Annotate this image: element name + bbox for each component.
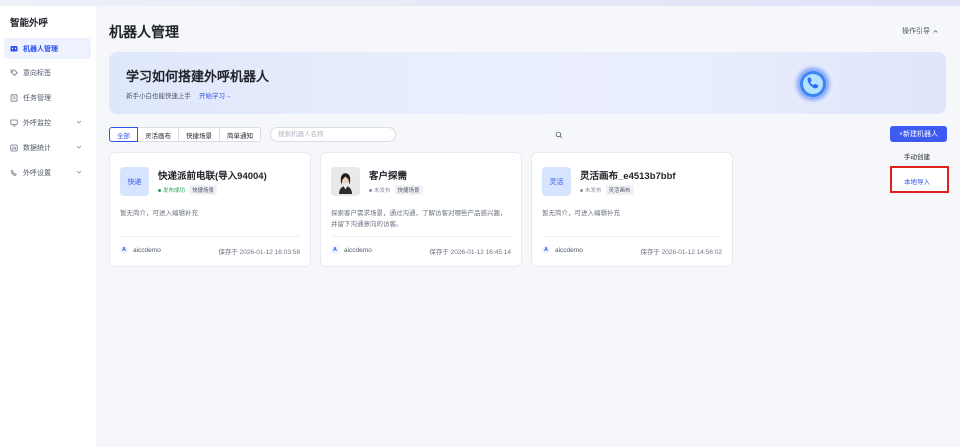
owner-name: aiccdemo	[555, 246, 583, 254]
card-divider	[331, 236, 511, 237]
robot-description: 探索客户需求场景，通过沟通，了解访客对哪些产品感兴趣，并留下沟通意向的访客。	[331, 210, 507, 228]
card-divider	[542, 236, 722, 237]
chevron-up-icon	[933, 29, 938, 33]
robot-meta: 未发布 灵活画布	[580, 185, 634, 195]
local-import-option[interactable]: 本地导入	[904, 176, 930, 186]
status-text: 发布成功	[163, 188, 186, 194]
status-dot-icon	[158, 188, 161, 192]
monitor-icon	[10, 119, 18, 127]
robot-avatar	[331, 167, 360, 196]
sidebar-item-task-management[interactable]: 任务管理	[4, 87, 91, 108]
owner-avatar-icon: A	[120, 246, 128, 254]
sidebar-item-label: 外呼监控	[23, 119, 51, 127]
sidebar: 智能外呼 机器人管理 意向标签 任务管理 外呼监控 数据统计 外呼设置	[0, 6, 96, 447]
chevron-down-icon	[75, 168, 83, 176]
main-content: 机器人管理 操作引导 学习如何搭建外呼机器人 新手小白也能快速上手 开始学习→	[96, 6, 960, 447]
new-robot-button[interactable]: +新建机器人	[890, 126, 947, 142]
chart-icon	[10, 144, 18, 152]
saved-time: 保存于 2026-01-12 16:03:58	[218, 249, 300, 256]
status-dot-icon	[580, 188, 583, 192]
scene-tag: 快捷场景	[189, 185, 218, 195]
robot-meta: 未发布 快捷场景	[369, 185, 423, 195]
robot-name: 快递派前电联(导入94004)	[158, 171, 267, 182]
category-tabs: 全部 灵活画布 快捷场景 简单通知	[109, 127, 261, 142]
start-learning-link[interactable]: 开始学习→	[199, 93, 232, 100]
robot-owner: A aiccdemo	[542, 246, 583, 254]
saved-time: 保存于 2026-01-12 16:45:14	[429, 249, 511, 256]
sidebar-item-label: 意向标签	[23, 69, 51, 77]
chevron-down-icon	[75, 118, 83, 126]
tab-quick-scene[interactable]: 快捷场景	[178, 127, 220, 142]
sidebar-item-call-settings[interactable]: 外呼设置	[4, 162, 91, 183]
manual-create-option[interactable]: 手动创建	[904, 151, 930, 161]
status-badge: 未发布	[369, 186, 391, 194]
status-dot-icon	[369, 188, 372, 192]
learn-banner: 学习如何搭建外呼机器人 新手小白也能快速上手 开始学习→	[109, 52, 946, 114]
robot-card[interactable]: 客户探需 未发布 快捷场景 探索客户需求场景，通过沟通，了解访客对哪些产品感兴趣…	[320, 152, 522, 267]
banner-title: 学习如何搭建外呼机器人	[126, 69, 270, 84]
robot-meta: 发布成功 快捷场景	[158, 185, 218, 195]
tag-icon	[10, 69, 18, 77]
phone-illustration-icon	[792, 63, 834, 105]
task-icon	[10, 93, 18, 102]
search-icon[interactable]	[555, 131, 563, 139]
status-badge: 未发布	[580, 186, 602, 194]
robot-card[interactable]: 灵活 灵活画布_e4513b7bbf 未发布 灵活画布 暂无简介，可进入编辑补充…	[531, 152, 733, 267]
sidebar-item-label: 任务管理	[23, 94, 51, 102]
guide-label: 操作引导	[902, 28, 930, 35]
settings-icon	[10, 169, 18, 177]
search-wrapper	[261, 127, 563, 142]
status-text: 未发布	[374, 188, 391, 194]
operation-guide-toggle[interactable]: 操作引导	[902, 26, 939, 36]
sidebar-item-label: 外呼设置	[23, 169, 51, 177]
owner-name: aiccdemo	[344, 246, 372, 254]
owner-avatar-icon: A	[542, 246, 550, 254]
scene-tag: 快捷场景	[394, 185, 423, 195]
status-text: 未发布	[585, 188, 602, 194]
saved-time: 保存于 2026-01-12 14:56:02	[640, 249, 722, 256]
robot-avatar: 灵活	[542, 167, 571, 196]
status-badge: 发布成功	[158, 186, 185, 194]
tab-flexible-canvas[interactable]: 灵活画布	[137, 127, 179, 142]
search-input[interactable]	[270, 127, 396, 142]
robot-owner: A aiccdemo	[120, 246, 161, 254]
agent-portrait-icon	[331, 167, 360, 196]
sidebar-item-statistics[interactable]: 数据统计	[4, 137, 91, 158]
robot-name: 客户探需	[369, 171, 408, 182]
robot-icon	[10, 45, 18, 53]
robot-avatar: 快递	[120, 167, 149, 196]
robot-description: 暂无简介，可进入编辑补充	[120, 210, 198, 217]
robot-card[interactable]: 快递 快递派前电联(导入94004) 发布成功 快捷场景 暂无简介，可进入编辑补…	[109, 152, 311, 267]
robot-owner: A aiccdemo	[331, 246, 372, 254]
sidebar-item-label: 机器人管理	[23, 45, 58, 53]
sidebar-item-intent-tags[interactable]: 意向标签	[4, 62, 91, 83]
scene-tag: 灵活画布	[605, 185, 634, 195]
robot-name: 灵活画布_e4513b7bbf	[580, 171, 676, 182]
app-brand: 智能外呼	[10, 18, 49, 29]
chevron-down-icon	[75, 143, 83, 151]
filter-bar: 全部 灵活画布 快捷场景 简单通知	[109, 127, 563, 142]
sidebar-item-robot-management[interactable]: 机器人管理	[4, 38, 91, 59]
tab-all[interactable]: 全部	[109, 127, 138, 142]
robot-description: 暂无简介，可进入编辑补充	[542, 210, 620, 217]
card-divider	[120, 236, 300, 237]
tab-simple-notice[interactable]: 简单通知	[219, 127, 261, 142]
banner-subtitle: 新手小白也能快速上手 开始学习→	[126, 90, 232, 100]
sidebar-item-label: 数据统计	[23, 144, 51, 152]
owner-avatar-icon: A	[331, 246, 339, 254]
sidebar-item-call-monitor[interactable]: 外呼监控	[4, 112, 91, 133]
banner-subtitle-text: 新手小白也能快速上手	[126, 93, 191, 100]
page-title: 机器人管理	[109, 24, 179, 40]
owner-name: aiccdemo	[133, 246, 161, 254]
